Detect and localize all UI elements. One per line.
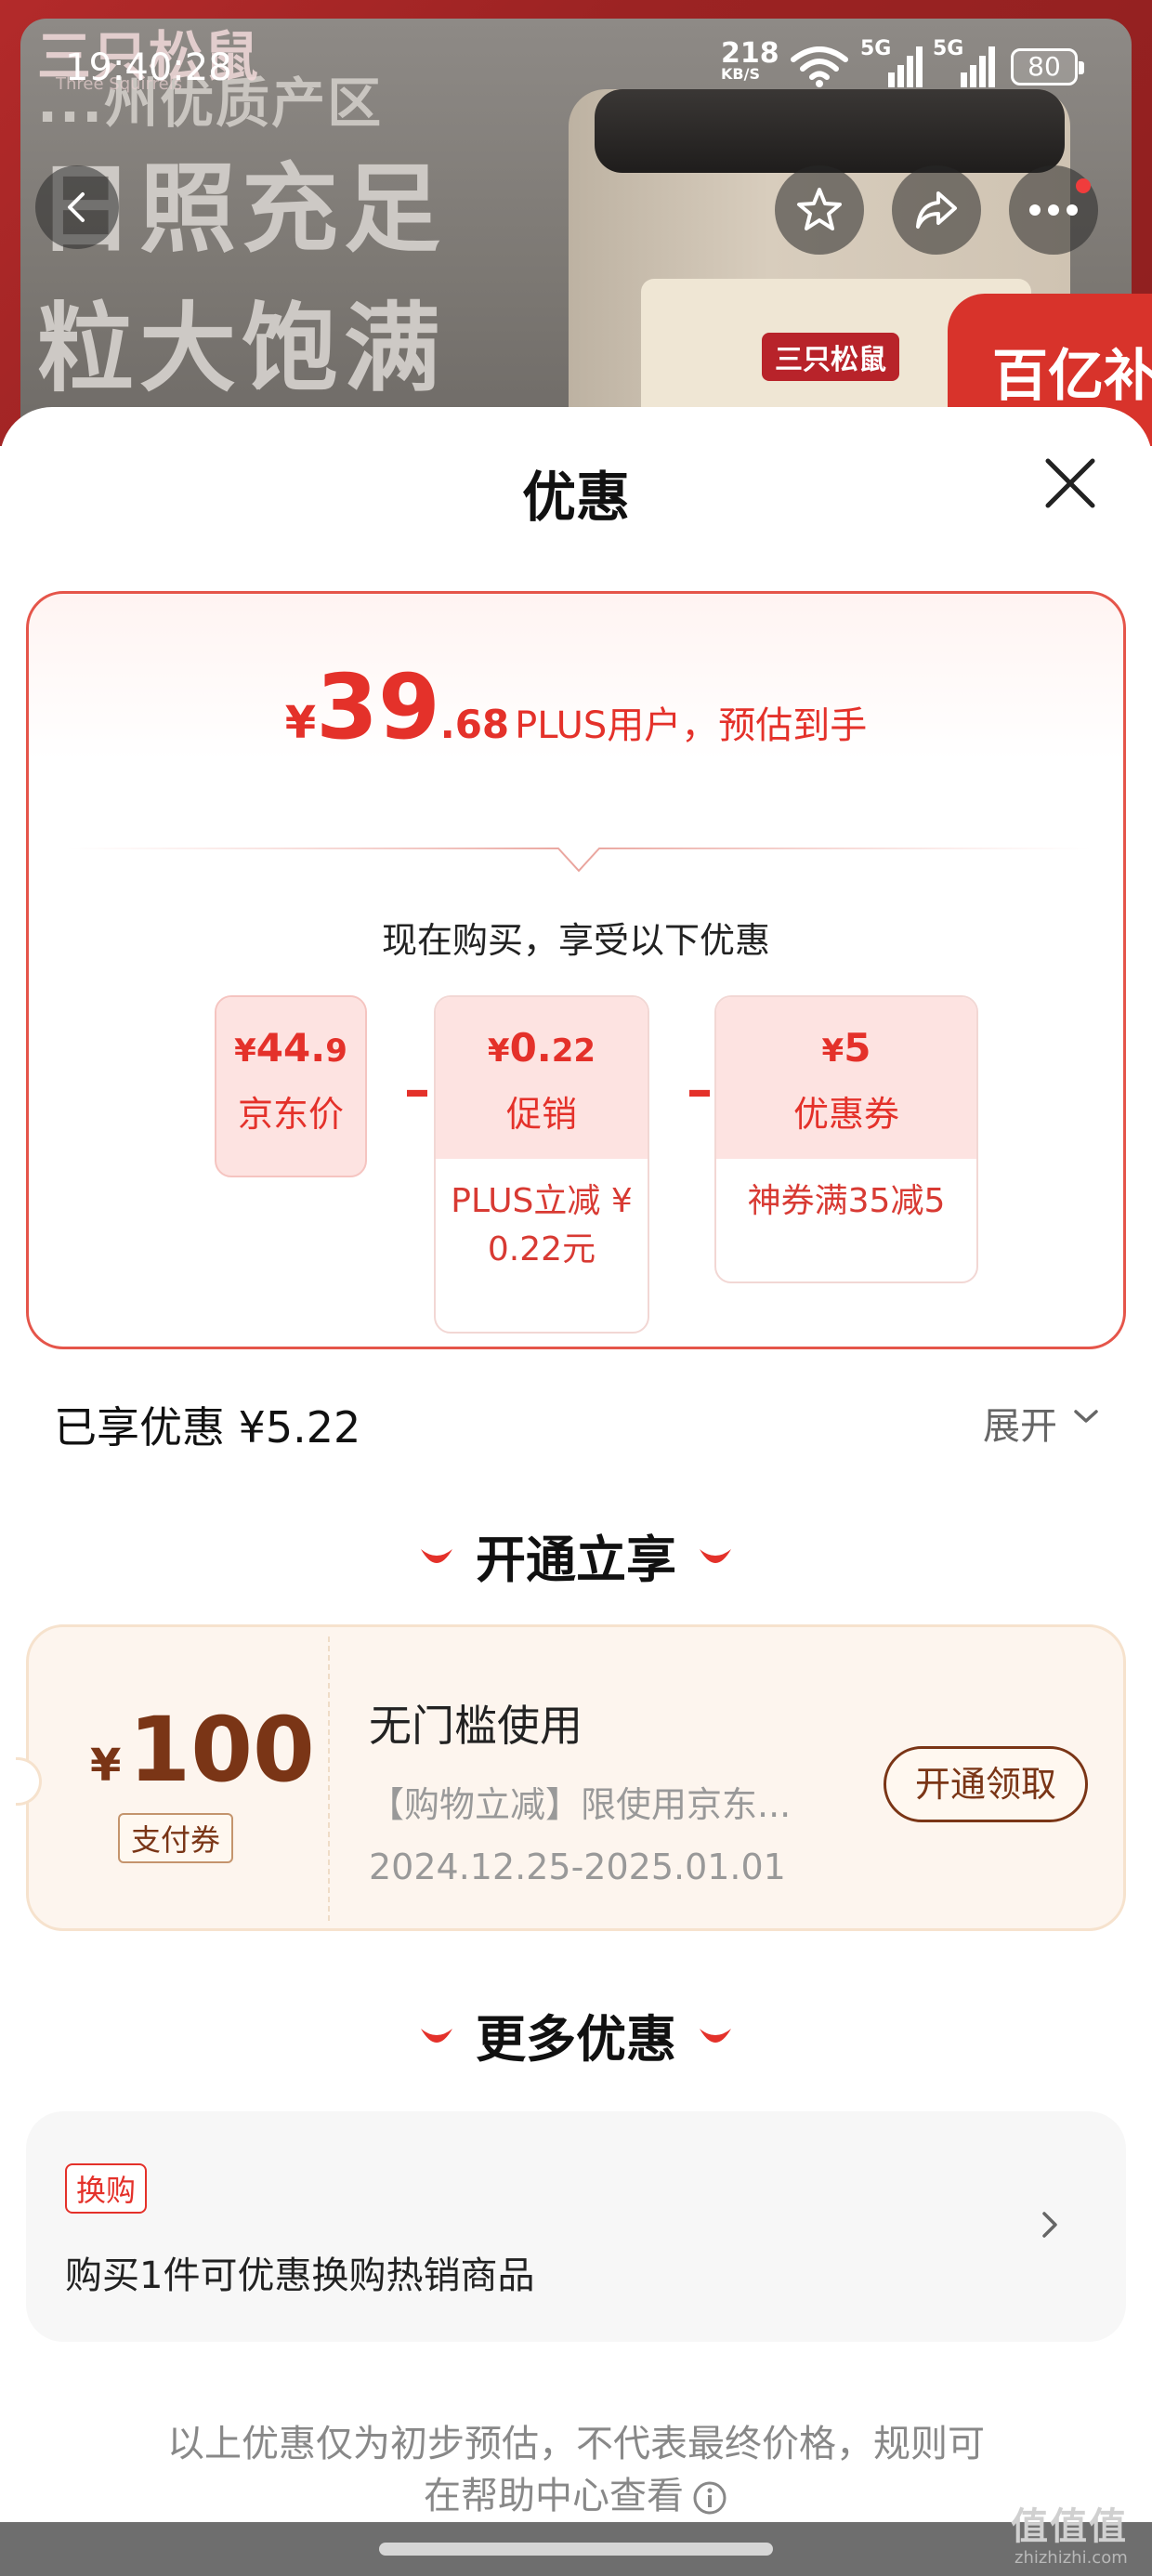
star-icon bbox=[797, 188, 842, 230]
coupon-separator bbox=[328, 1636, 330, 1921]
chip-amount-int: 0. bbox=[509, 1025, 552, 1071]
footer-note: 以上优惠仅为初步预估，不代表最终价格，规则可 在帮助中心查看 bbox=[0, 2418, 1152, 2522]
open-section-title: 开通立享 bbox=[0, 1518, 1152, 1592]
chip-label: 京东价 bbox=[237, 1094, 344, 1135]
home-indicator[interactable] bbox=[379, 2543, 773, 2556]
chip-detail: 神券满35减5 bbox=[716, 1159, 976, 1244]
close-icon bbox=[1045, 458, 1095, 508]
smile-icon bbox=[421, 2029, 452, 2044]
enjoyed-discount: 已享优惠 ¥5.22 bbox=[54, 1402, 361, 1452]
coupon-currency: ¥ bbox=[90, 1740, 122, 1792]
network-speed: 218 KB/S bbox=[721, 40, 779, 82]
coupon-type-tag: 支付券 bbox=[118, 1813, 234, 1863]
battery-indicator: 80 bbox=[1011, 48, 1084, 85]
more-section-title: 更多优惠 bbox=[0, 1998, 1152, 2071]
chip-label: 促销 bbox=[505, 1094, 577, 1135]
more-button[interactable] bbox=[1009, 165, 1098, 255]
wifi-icon bbox=[791, 46, 848, 87]
coupon-chip: ¥5 优惠券 神券满35减5 bbox=[714, 995, 978, 1283]
coupon-notch bbox=[16, 1757, 42, 1806]
trade-in-description: 购买1件可优惠换购热销商品 bbox=[65, 2254, 535, 2297]
site-watermark: 值值值 bbox=[1011, 2505, 1128, 2548]
chip-top: ¥5 优惠券 bbox=[716, 997, 976, 1159]
plus-coupon-card: ¥100 支付券 无门槛使用 【购物立减】限使用京东... 2024.12.25… bbox=[16, 1624, 1126, 1931]
close-button[interactable] bbox=[1041, 453, 1100, 513]
site-watermark-url: zhizhizhi.com bbox=[1015, 2548, 1128, 2568]
footer-note-line1: 以上优惠仅为初步预估，不代表最终价格，规则可 bbox=[167, 2423, 985, 2465]
trade-in-tag: 换购 bbox=[65, 2163, 148, 2214]
estimated-price-integer: 39 bbox=[316, 655, 440, 759]
chip-label: 优惠券 bbox=[792, 1094, 899, 1135]
price-breakdown-card: ¥39.68 PLUS用户，预估到手 现在购买，享受以下优惠 ¥44.9 京东价 … bbox=[26, 591, 1126, 1349]
promotion-chip: ¥0.22 促销 PLUS立减 ¥ 0.22元 bbox=[434, 995, 649, 1334]
signal-type-1: 5G bbox=[860, 37, 892, 60]
chip-amount: ¥0.22 bbox=[436, 997, 648, 1071]
product-brand-label: 三只松鼠 bbox=[762, 333, 899, 381]
chip-amount-dec: 9 bbox=[325, 1032, 347, 1070]
footer-note-line2-wrap: 在帮助中心查看 bbox=[0, 2470, 1152, 2522]
chip-detail: PLUS立减 ¥ 0.22元 bbox=[436, 1159, 648, 1293]
chip-amount-int: 44. bbox=[255, 1025, 326, 1071]
chip-top: ¥0.22 促销 bbox=[436, 997, 648, 1159]
more-section-title-text: 更多优惠 bbox=[476, 2010, 676, 2069]
estimated-price-note: PLUS用户，预估到手 bbox=[515, 704, 868, 747]
chip-top: ¥44.9 京东价 bbox=[216, 997, 365, 1159]
chevron-down-icon[interactable] bbox=[1072, 1407, 1100, 1426]
product-banner: ...州优质产区 三只松鼠 Three Squirrels 日照充足 粒大饱满 … bbox=[0, 0, 1152, 446]
activate-claim-button[interactable]: 开通领取 bbox=[884, 1746, 1088, 1822]
more-dots-icon bbox=[1029, 204, 1078, 216]
discount-sheet: 优惠 ¥39.68PLUS用户，预估到手 现在购买，享受以下优惠 ¥44.9 bbox=[0, 407, 1152, 2576]
coupon-value: ¥100 bbox=[90, 1698, 315, 1802]
divider-arrow bbox=[66, 848, 1092, 873]
now-buy-text: 现在购买，享受以下优惠 bbox=[381, 920, 770, 961]
share-icon bbox=[916, 191, 957, 229]
estimated-price: ¥39.68 PLUS用户，预估到手 bbox=[29, 655, 1123, 759]
chip-amount-int: 5 bbox=[844, 1025, 871, 1071]
smile-icon bbox=[700, 1549, 731, 1564]
back-arrow-icon bbox=[68, 192, 85, 222]
trade-in-offer-item[interactable]: 换购 购买1件可优惠换购热销商品 bbox=[26, 2111, 1126, 2342]
chip-currency: ¥ bbox=[234, 1032, 256, 1070]
coupon-amount: 100 bbox=[128, 1698, 315, 1802]
estimated-price-decimal: .68 bbox=[439, 702, 510, 747]
coupon-description: 【购物立减】限使用京东... bbox=[369, 1784, 792, 1825]
product-jar-lid bbox=[595, 89, 1065, 173]
status-bar: 19:40:28 218 KB/S 5G 5G 80 bbox=[0, 35, 1152, 100]
estimated-price-currency: ¥ bbox=[284, 697, 317, 749]
info-icon[interactable] bbox=[691, 2479, 728, 2517]
sheet-title: 优惠 bbox=[521, 466, 630, 529]
minus-sign: – bbox=[687, 1060, 713, 1121]
chip-amount-dec: 22 bbox=[551, 1032, 596, 1070]
chip-amount: ¥44.9 bbox=[216, 997, 365, 1071]
chip-currency: ¥ bbox=[821, 1032, 844, 1070]
chip-amount: ¥5 bbox=[716, 997, 976, 1071]
expand-button[interactable]: 展开 bbox=[983, 1396, 1057, 1450]
notification-dot bbox=[1076, 178, 1091, 193]
smile-icon bbox=[700, 2029, 731, 2044]
chip-currency: ¥ bbox=[487, 1032, 510, 1070]
coupon-dates: 2024.12.25-2025.01.01 bbox=[369, 1847, 786, 1887]
banner-slogan-2: 粒大饱满 bbox=[37, 292, 447, 405]
signal-type-2: 5G bbox=[933, 37, 964, 60]
favorite-button[interactable] bbox=[775, 165, 864, 255]
back-button[interactable] bbox=[35, 165, 119, 249]
share-button[interactable] bbox=[892, 165, 981, 255]
minus-sign: – bbox=[404, 1060, 430, 1121]
system-home-bar bbox=[0, 2522, 1152, 2576]
coupon-title: 无门槛使用 bbox=[369, 1701, 583, 1751]
smile-icon bbox=[421, 1549, 452, 1564]
chevron-right-icon bbox=[1042, 2212, 1057, 2238]
jd-price-chip: ¥44.9 京东价 bbox=[215, 995, 367, 1177]
status-time: 19:40:28 bbox=[65, 46, 232, 89]
open-section-title-text: 开通立享 bbox=[476, 1531, 676, 1589]
footer-note-line2: 在帮助中心查看 bbox=[424, 2475, 684, 2517]
